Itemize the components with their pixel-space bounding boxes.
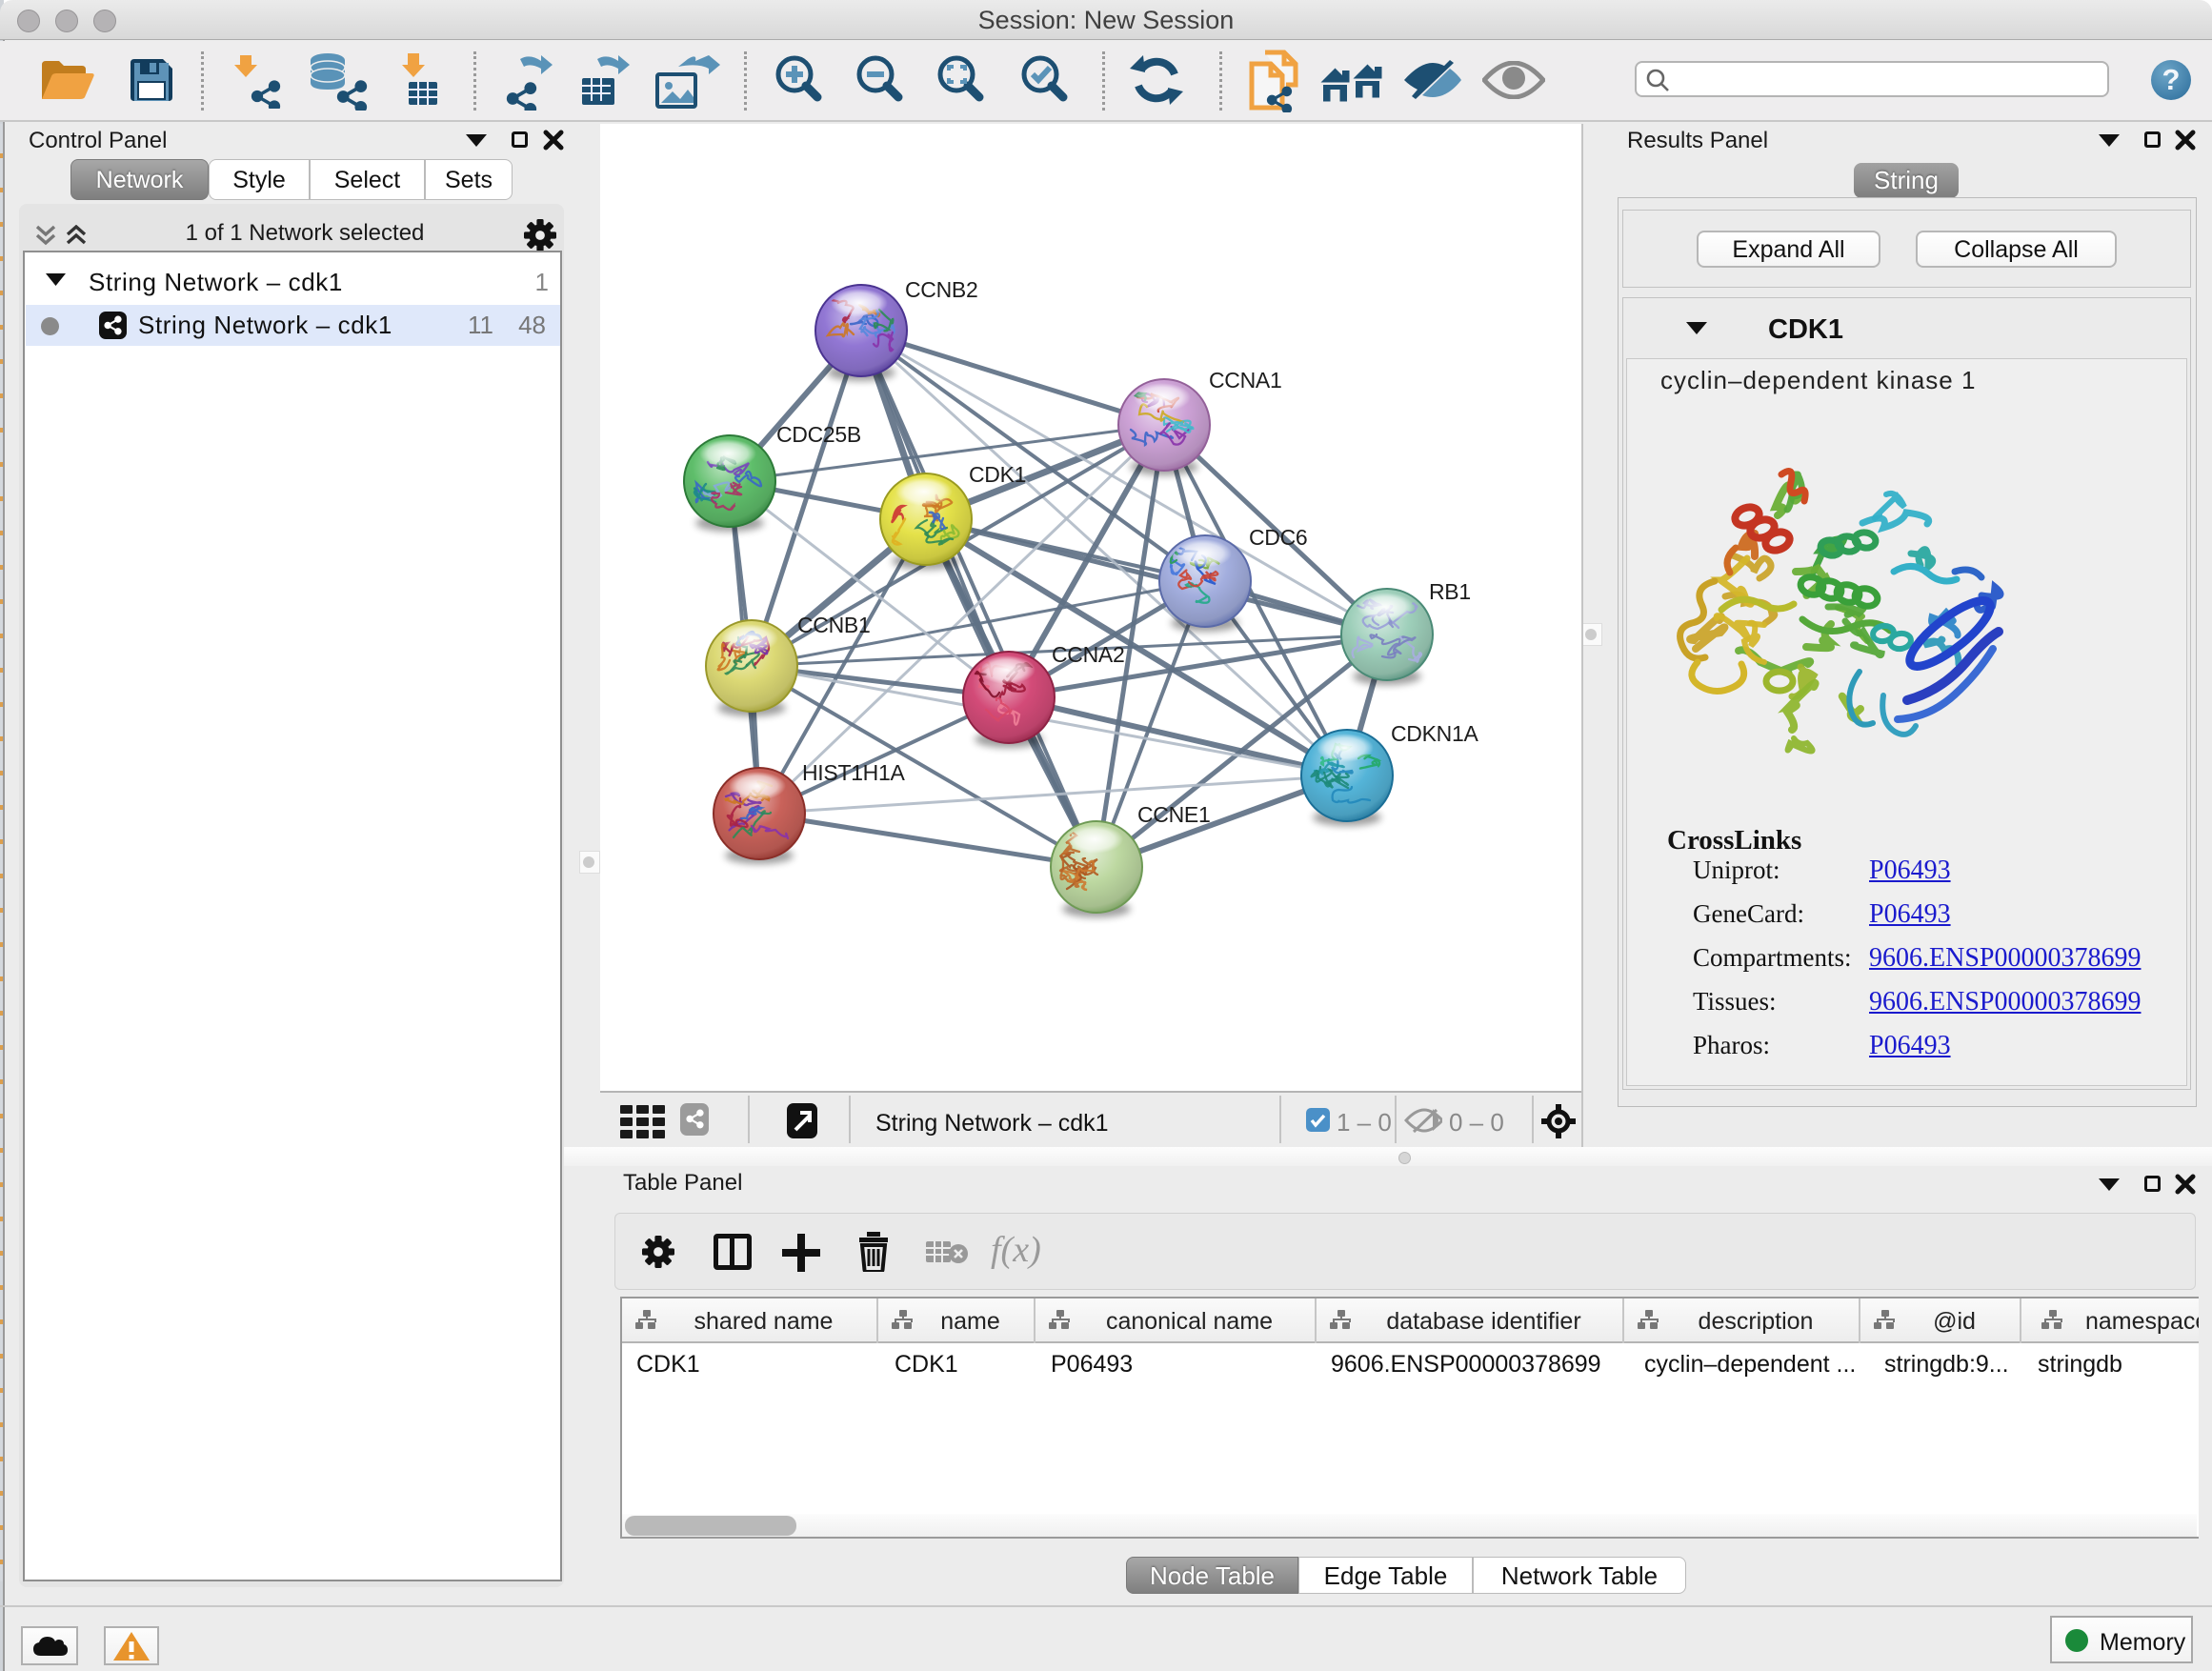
svg-text:CDKN1A: CDKN1A [1391,721,1478,746]
svg-text:CDK1: CDK1 [969,462,1026,487]
svg-text:CCNA1: CCNA1 [1209,368,1281,393]
svg-text:CDC6: CDC6 [1249,525,1307,550]
svg-text:CCNB2: CCNB2 [905,277,977,302]
svg-text:HIST1H1A: HIST1H1A [802,760,905,785]
svg-text:CDC25B: CDC25B [776,422,861,447]
svg-text:CCNA2: CCNA2 [1052,642,1124,667]
svg-text:CCNE1: CCNE1 [1137,802,1210,827]
svg-text:CCNB1: CCNB1 [797,613,870,637]
svg-text:RB1: RB1 [1429,579,1471,604]
